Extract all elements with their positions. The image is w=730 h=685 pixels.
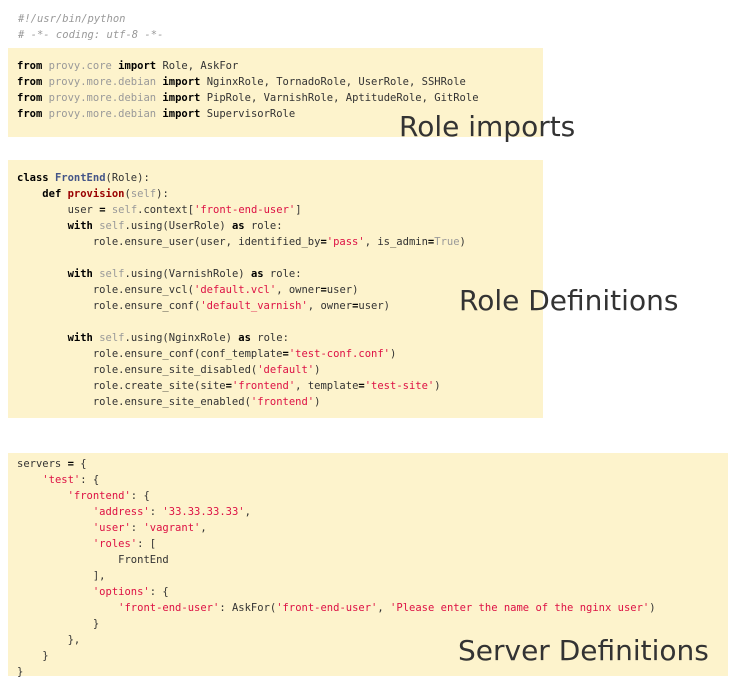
role-definitions-caption: Role Definitions <box>459 284 679 317</box>
server-definitions-caption: Server Definitions <box>458 634 709 667</box>
shebang-line: #!/usr/bin/python <box>18 13 126 25</box>
import-line: from provy.more.debian import PipRole, V… <box>17 92 479 104</box>
role-imports-caption: Role imports <box>399 110 576 143</box>
coding-line: # -*- coding: utf-8 -*- <box>18 29 164 41</box>
import-line: from provy.more.debian import NginxRole,… <box>17 76 466 88</box>
import-line: from provy.core import Role, AskFor <box>17 60 239 72</box>
file-header: #!/usr/bin/python # -*- coding: utf-8 -*… <box>18 11 163 43</box>
import-line: from provy.more.debian import Supervisor… <box>17 108 296 120</box>
